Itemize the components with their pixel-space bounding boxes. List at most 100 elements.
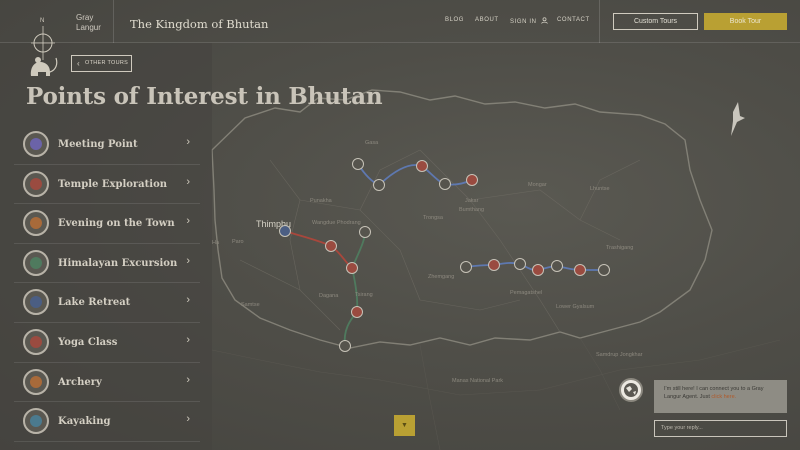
poi-label: Yoga Class [58,336,118,348]
poi-item-kayaking[interactable]: Kayaking › [14,402,200,442]
waypoint-temple[interactable] [325,240,337,252]
waypoint-meeting-point[interactable] [279,225,291,237]
header-divider [113,0,114,43]
map-label: Gasa [365,140,379,146]
book-tour-button[interactable]: Book Tour [704,13,787,30]
globe-icon [624,383,638,397]
map-label: Paro [232,239,244,245]
evening-icon [23,210,49,237]
waypoint-temple[interactable] [346,262,358,274]
nav-sign-in-label: SIGN IN [510,19,537,25]
waypoint-excursion[interactable] [373,179,385,191]
poi-item-archery[interactable]: Archery › [14,363,200,403]
user-icon [541,17,548,24]
chevron-down-icon: ▼ [401,422,408,429]
map-label: Jakar [465,198,479,204]
poi-item-lake-retreat[interactable]: Lake Retreat › [14,283,200,323]
poi-label: Kayaking [58,416,111,428]
nav-contact[interactable]: CONTACT [557,17,590,23]
map-label: Samdrup Jongkhar [596,352,643,358]
map-label: Punakha [310,198,332,204]
brand-line2: Langur [76,23,101,32]
map-label: Wangdue Phodrang [312,220,361,226]
map-label: Samtse [241,302,260,308]
chevron-right-icon: › [186,373,190,386]
poi-item-himalayan-excursion[interactable]: Himalayan Excursion › [14,244,200,284]
poi-label: Lake Retreat [58,297,131,309]
kayak-icon [23,408,49,435]
map-label: Zhemgang [428,274,455,280]
waypoint-lake[interactable] [460,261,472,273]
chat-message: I'm still here! I can connect you to a G… [654,380,787,413]
other-tours-label: OTHER TOURS [85,60,129,66]
waypoint-himalayan[interactable] [359,226,371,238]
nav-sign-in[interactable]: SIGN IN [510,17,548,25]
map-label: Lhuntse [590,186,610,192]
poi-list: Meeting Point › Temple Exploration › Eve… [14,125,200,442]
map-label: Trashigang [606,245,634,251]
chevron-left-icon: ‹ [77,59,80,68]
waypoint-excursion[interactable] [439,178,451,190]
waypoint-excursion[interactable] [514,258,526,270]
poi-label: Evening on the Town [58,218,175,230]
map-label: Trongsa [423,215,443,221]
map-label: Manas National Park [452,378,504,384]
chevron-right-icon: › [186,294,190,307]
waypoint-yoga[interactable] [532,264,544,276]
yoga-icon [23,328,49,355]
waypoint-temple[interactable] [466,174,478,186]
map-label: Pemagatshel [510,290,543,296]
waypoint-temple[interactable] [416,160,428,172]
temple-icon [23,170,49,197]
chat-agent-avatar[interactable] [619,378,643,402]
page-title: Points of Interest in Bhutan [26,83,383,110]
nav-blog[interactable]: BLOG [445,17,464,23]
lake-icon [23,289,49,316]
map-label: Ha [212,240,220,246]
map-label: Tsirang [355,292,373,298]
chat-link[interactable]: click here. [711,394,736,400]
header-divider [599,0,600,43]
bird-illustration [731,102,745,136]
gray-langur-logo-icon[interactable]: N [26,14,60,80]
chevron-right-icon: › [186,333,190,346]
chevron-right-icon: › [186,175,190,188]
poi-item-meeting-point[interactable]: Meeting Point › [14,125,200,165]
map-label: Bumthang [459,207,485,213]
brand-line1: Gray [76,13,94,22]
mountain-icon [23,249,49,276]
poi-item-yoga-class[interactable]: Yoga Class › [14,323,200,363]
other-tours-button[interactable]: ‹ OTHER TOURS [71,55,132,72]
map-label: Dagana [319,293,339,299]
chevron-right-icon: › [186,136,190,148]
svg-text:N: N [40,18,44,24]
chat-reply-input[interactable]: Type your reply... [654,420,787,437]
poi-item-evening-on-the-town[interactable]: Evening on the Town › [14,204,200,244]
custom-tours-button[interactable]: Custom Tours [613,13,698,30]
chevron-right-icon: › [186,215,190,228]
waypoint-excursion[interactable] [551,260,563,272]
poi-label: Temple Exploration [58,178,168,190]
route-red [284,230,353,269]
chevron-right-icon: › [186,413,190,426]
waypoint-evening[interactable] [351,306,363,318]
meeting-point-icon [23,131,49,157]
waypoint-mountain[interactable] [339,340,351,352]
waypoint-temple[interactable] [488,259,500,271]
map-label: Lower Gyalsum [556,304,595,310]
nav-about[interactable]: ABOUT [475,17,499,23]
brand-name[interactable]: Gray Langur [76,13,101,33]
site-header: N Gray Langur The Kingdom of Bhutan BLOG… [0,0,800,76]
chevron-right-icon: › [186,254,190,267]
poi-label: Himalayan Excursion [58,257,178,269]
map-label: Mongar [528,182,547,188]
scroll-down-button[interactable]: ▼ [394,415,415,436]
poi-item-temple-exploration[interactable]: Temple Exploration › [14,165,200,205]
poi-label: Archery [58,376,102,388]
waypoint-kayaking[interactable] [598,264,610,276]
site-title: The Kingdom of Bhutan [130,17,269,31]
waypoint-excursion[interactable] [352,158,364,170]
archery-icon [23,368,49,395]
poi-label: Meeting Point [58,139,138,150]
waypoint-archery[interactable] [574,264,586,276]
